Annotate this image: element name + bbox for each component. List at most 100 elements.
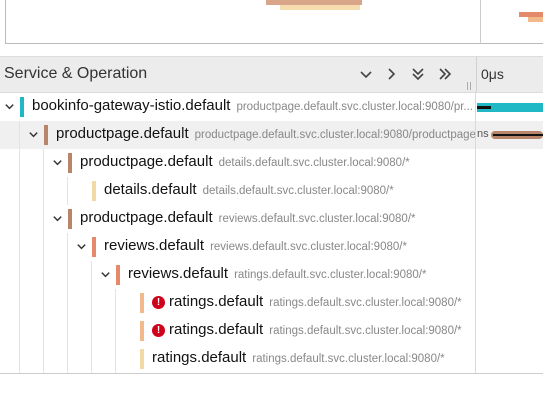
span-timeline-cell[interactable] [477,345,543,373]
expand-toggle[interactable] [50,211,64,225]
span-row[interactable]: ratings.default ratings.default.svc.clust… [0,345,543,373]
expand-toggle[interactable] [74,239,88,253]
span-timeline-cell[interactable] [477,261,543,289]
service-name: reviews.default [128,265,229,282]
span-row[interactable]: ! ratings.default ratings.default.svc.clus… [0,317,543,345]
service-color-bar [140,321,144,341]
span-label: productpage.default productpage.default.s… [56,125,475,142]
collapse-all-button[interactable] [434,63,456,85]
chevron-down-icon [52,159,62,165]
tree-guide-line [19,233,20,261]
tree-guide-line [67,177,68,205]
double-chevron-down-icon [412,68,424,81]
span-rows: bookinfo-gateway-istio.default productpag… [0,93,543,373]
tree-guide-line [91,345,92,373]
service-color-bar [140,293,144,313]
span-timeline-cell[interactable] [477,149,543,177]
span-row[interactable]: productpage.default details.default.svc.c… [0,149,543,177]
span-label: bookinfo-gateway-istio.default productpag… [32,97,473,114]
operation-name: reviews.default.svc.cluster.local:9080/* [210,241,407,253]
span-name-cell[interactable]: details.default details.default.svc.clust… [0,177,476,205]
chevron-down-icon [28,131,38,137]
chevron-down-icon [100,271,110,277]
span-label: reviews.default reviews.default.svc.clust… [104,237,407,254]
chevron-down-icon [4,103,14,109]
span-row[interactable]: bookinfo-gateway-istio.default productpag… [0,93,543,121]
operation-name: ratings.default.svc.cluster.local:9080/* [252,353,445,365]
span-timeline-cell[interactable] [477,289,543,317]
column-resizer[interactable] [466,82,472,90]
span-timeline-cell[interactable] [477,205,543,233]
service-color-bar [116,265,120,285]
timeline-ticks: 0μs [476,57,543,92]
span-label: ratings.default ratings.default.svc.clust… [169,321,462,338]
tree-guide-line [19,289,20,317]
expand-toggle[interactable] [50,155,64,169]
tree-guide-line [43,289,44,317]
minimap-cursor-line [480,0,481,44]
service-name: bookinfo-gateway-istio.default [32,97,231,114]
span-duration-label: ns [477,128,489,140]
span-self-time [477,106,491,109]
column-title: Service & Operation [4,65,148,82]
span-self-time [493,134,543,136]
span-row[interactable]: productpage.default reviews.default.svc.c… [0,205,543,233]
span-label: ratings.default ratings.default.svc.clust… [152,349,445,366]
expand-all-button[interactable] [407,63,429,85]
service-name: details.default [104,181,197,198]
operation-name: reviews.default.svc.cluster.local:9080/* [218,213,416,225]
span-name-cell[interactable]: ! ratings.default ratings.default.svc.clus… [0,317,476,345]
timeline-header: Service & Operation 0μs [0,56,543,93]
span-row[interactable]: reviews.default reviews.default.svc.clust… [0,233,543,261]
span-row[interactable]: details.default details.default.svc.clust… [0,177,543,205]
span-timeline-cell[interactable] [477,177,543,205]
span-name-cell[interactable]: ! ratings.default ratings.default.svc.clus… [0,289,476,317]
tree-guide-line [43,261,44,289]
service-name: ratings.default [169,293,264,310]
span-timeline-cell[interactable] [477,233,543,261]
tree-guide-line [19,177,20,205]
divider [0,373,543,374]
tree-guide-line [67,261,68,289]
chevron-right-icon [388,68,396,80]
tree-guide-line [115,345,116,373]
tree-guide-line [67,317,68,345]
trace-minimap[interactable] [0,0,543,50]
tree-guide-line [19,317,20,345]
service-color-bar [20,97,24,117]
span-name-cell[interactable]: reviews.default ratings.default.svc.clust… [0,261,476,289]
span-name-cell[interactable]: productpage.default reviews.default.svc.c… [0,205,476,233]
span-name-cell[interactable]: bookinfo-gateway-istio.default productpag… [0,93,476,121]
collapse-one-button[interactable] [355,63,377,85]
span-row[interactable]: ! ratings.default ratings.default.svc.clus… [0,289,543,317]
service-color-bar [92,237,96,257]
span-row[interactable]: productpage.default productpage.default.s… [0,121,543,149]
chevron-down-icon [52,215,62,221]
span-name-cell[interactable]: productpage.default productpage.default.s… [0,121,476,149]
tree-guide-line [43,177,44,205]
span-row[interactable]: reviews.default ratings.default.svc.clust… [0,261,543,289]
operation-name: details.default.svc.cluster.local:9080/* [218,157,410,169]
expand-toggle[interactable] [98,267,112,281]
tree-guide-line [19,261,20,289]
span-timeline-cell[interactable] [477,93,543,121]
tree-guide-line [91,261,92,289]
span-name-cell[interactable]: reviews.default reviews.default.svc.clust… [0,233,476,261]
expand-one-button[interactable] [380,63,402,85]
operation-name: ratings.default.svc.cluster.local:9080/* [269,297,462,309]
service-name: reviews.default [104,237,205,254]
expand-toggle[interactable] [2,99,16,113]
minimap-frame [5,0,543,44]
span-name-cell[interactable]: productpage.default details.default.svc.c… [0,149,476,177]
span-timeline-cell[interactable]: ns [477,121,543,149]
span-name-cell[interactable]: ratings.default ratings.default.svc.clust… [0,345,476,373]
service-color-bar [92,181,96,201]
double-chevron-right-icon [439,68,452,80]
expand-toggle[interactable] [26,127,40,141]
span-timeline-cell[interactable] [477,317,543,345]
operation-name: ratings.default.svc.cluster.local:9080/* [269,325,462,337]
tree-guide-line [43,345,44,373]
tree-guide-line [43,149,44,177]
service-name: productpage.default [80,209,213,226]
operation-name: ratings.default.svc.cluster.local:9080/* [234,269,427,281]
